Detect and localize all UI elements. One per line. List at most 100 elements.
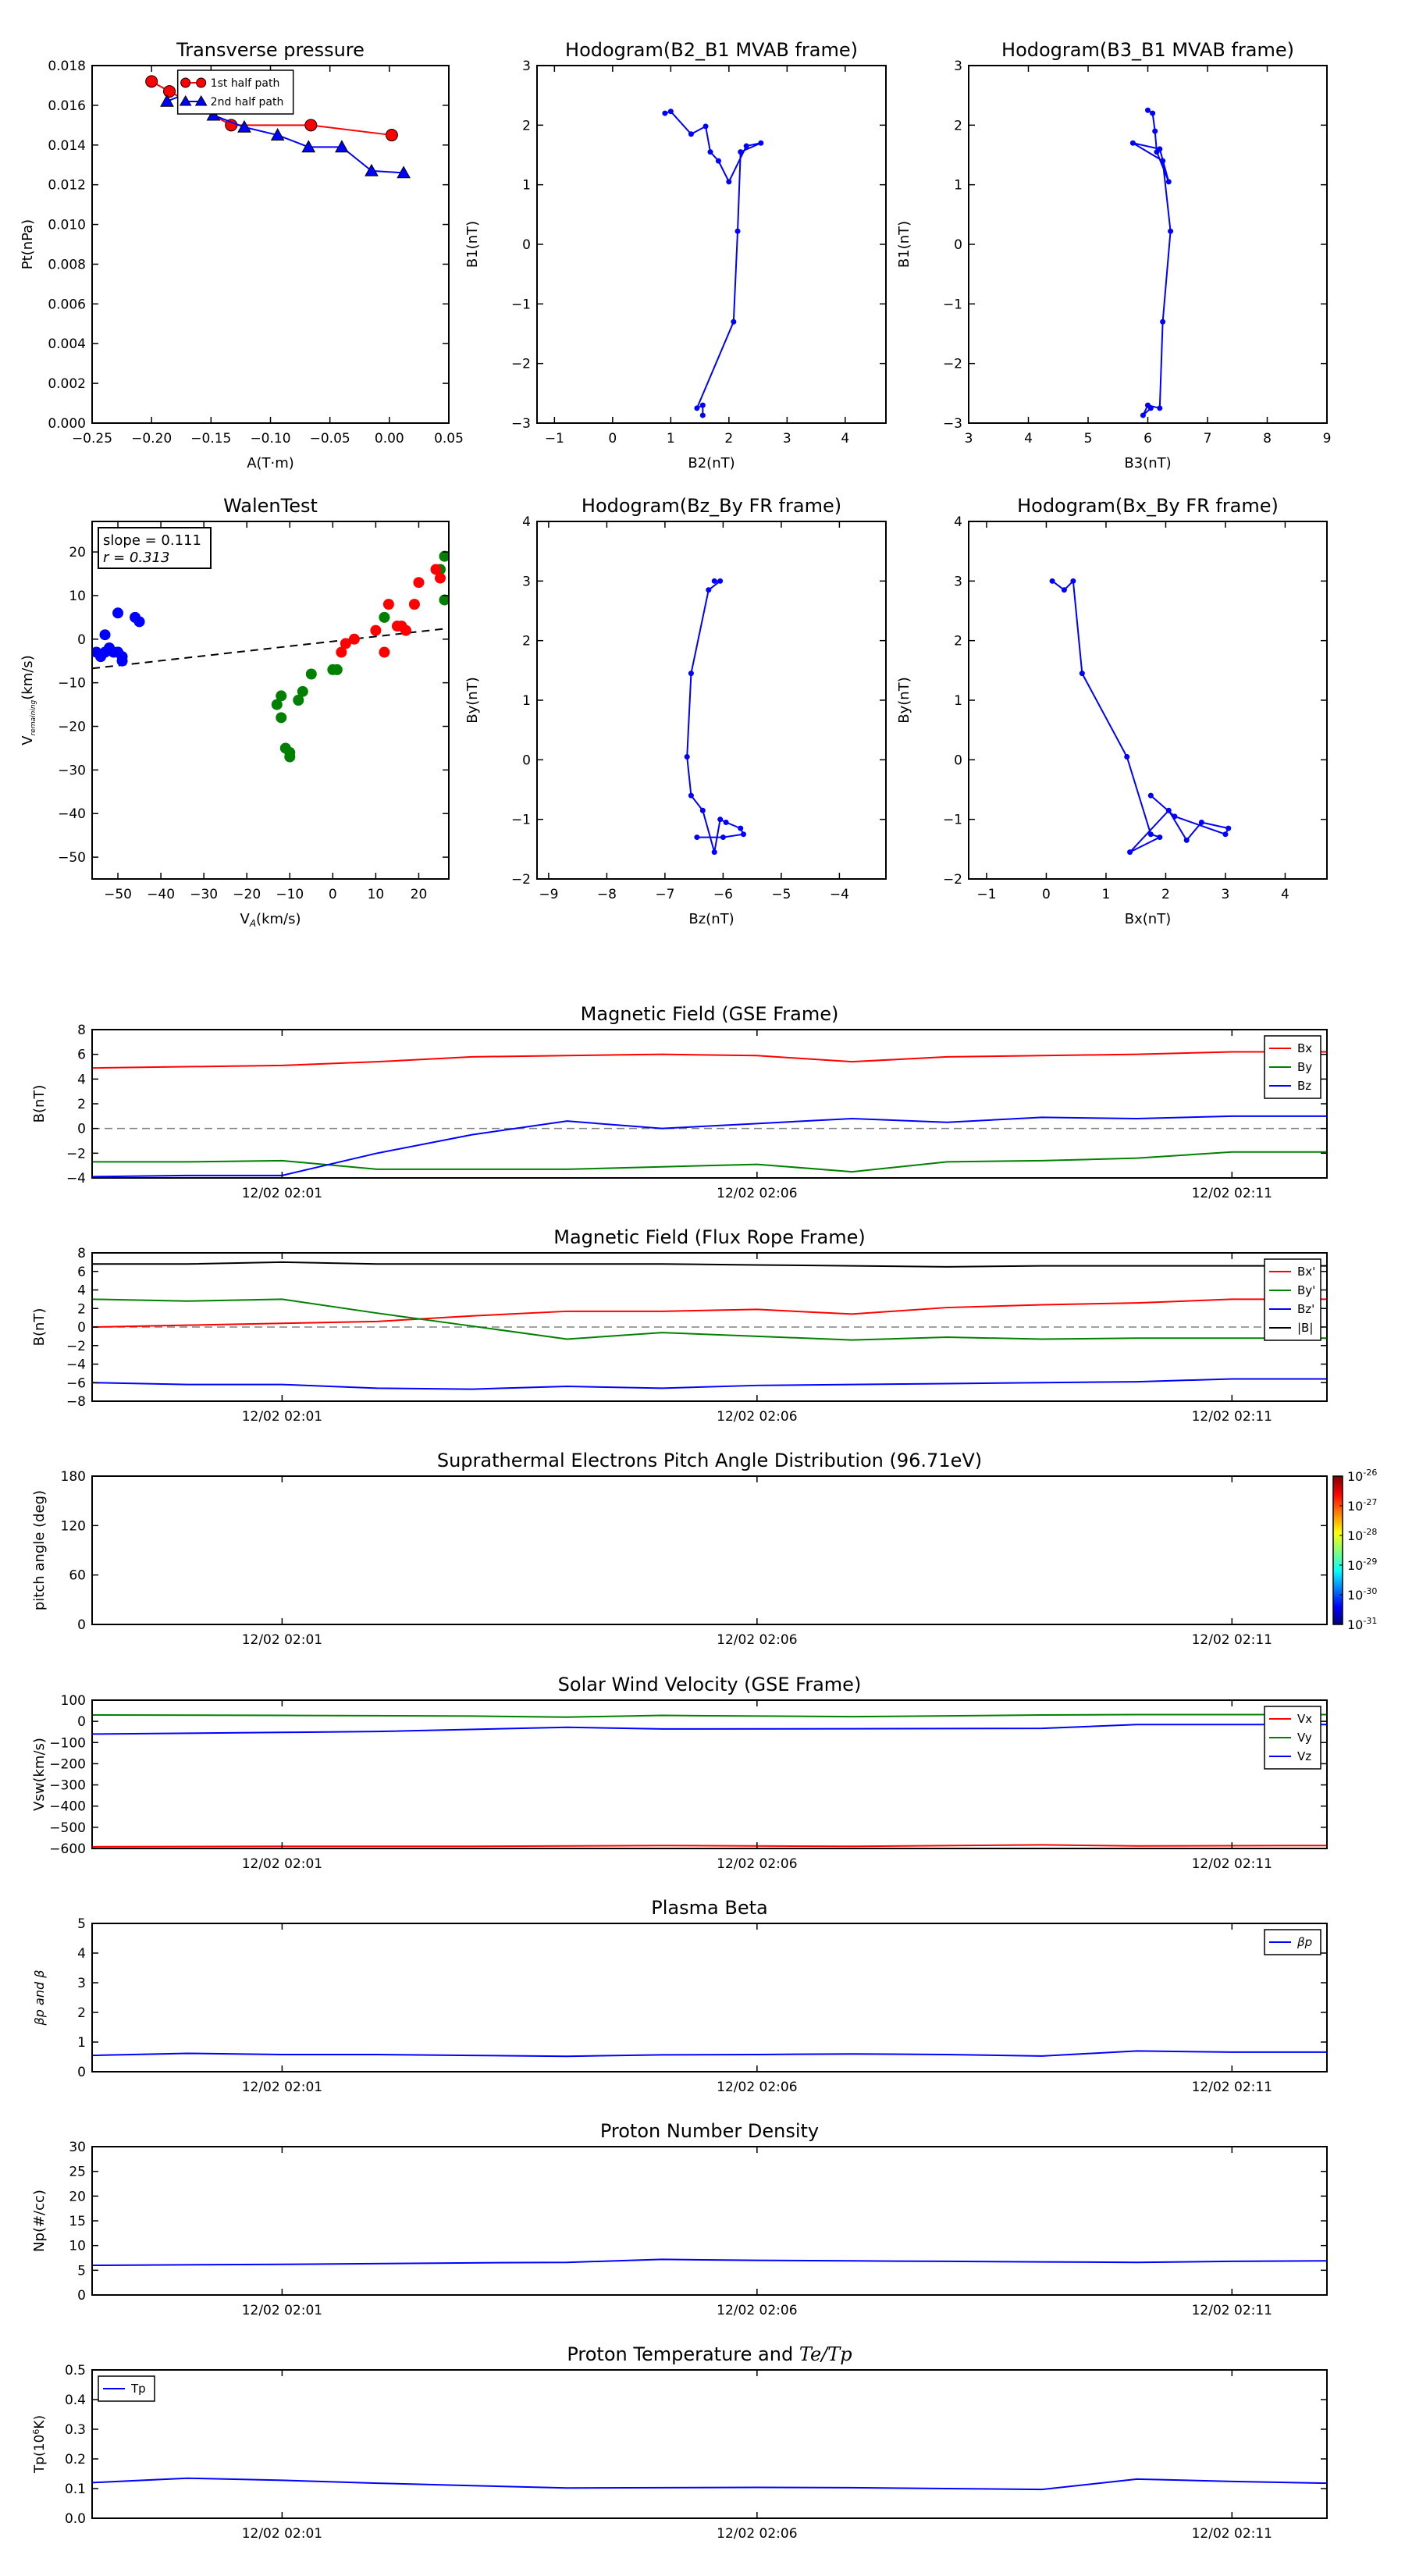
x-tick-label: 7 <box>1204 431 1212 447</box>
chart-title: Solar Wind Velocity (GSE Frame) <box>558 1674 862 1695</box>
y-tick-label: 0.012 <box>48 178 86 194</box>
x-tick-label: 9 <box>1323 431 1332 447</box>
y-tick-label: −8 <box>66 1394 86 1410</box>
x-tick-label: −7 <box>655 887 674 902</box>
y-tick-label: −40 <box>58 806 86 822</box>
y-tick-label: −2 <box>943 357 962 372</box>
data-point <box>1160 158 1166 164</box>
data-point <box>1225 825 1232 831</box>
y-axis-label: Tp(106K) <box>31 2415 48 2474</box>
data-point <box>694 405 700 411</box>
data-point <box>99 629 111 641</box>
data-point <box>284 751 296 763</box>
x-tick-label: 12/02 02:11 <box>1192 2303 1272 2318</box>
data-point <box>731 318 737 325</box>
walen-test-chart: WalenTest −50 −40 −30 −20 −10 0 10 20 −50 −40 −30 −2… <box>20 495 450 929</box>
plot-area <box>92 1923 1327 2072</box>
y-tick-label: 6 <box>77 1265 86 1280</box>
data-point <box>1079 671 1085 677</box>
y-tick-label: −1 <box>511 813 531 828</box>
x-tick-label: 3 <box>1222 887 1230 902</box>
y-tick-label: 180 <box>61 1469 86 1485</box>
y-tick-label: 0 <box>77 1714 86 1730</box>
data-point <box>699 402 706 408</box>
y-tick-label: 0 <box>522 237 531 253</box>
data-point <box>717 578 724 584</box>
y-tick-label: 0 <box>77 1122 86 1137</box>
y-tick-label: 0.014 <box>48 138 86 154</box>
data-point <box>112 607 124 619</box>
data-point <box>684 754 690 760</box>
data-point <box>1165 179 1172 185</box>
y-tick-label: 2 <box>954 118 962 133</box>
data-point <box>408 599 420 610</box>
x-tick-label: 0.00 <box>375 431 404 447</box>
data-point <box>1165 807 1172 813</box>
data-point <box>738 149 744 155</box>
data-point <box>738 825 744 831</box>
plot-area <box>92 1030 1327 1178</box>
x-tick-label: 10 <box>368 887 385 902</box>
x-tick-label: 2 <box>1161 887 1170 902</box>
data-point <box>348 633 360 645</box>
x-tick-label: 12/02 02:01 <box>242 2526 322 2542</box>
x-tick-label: −0.05 <box>310 431 350 447</box>
y-tick-label: −300 <box>49 1778 86 1794</box>
y-tick-label: 20 <box>69 2189 86 2204</box>
x-tick-label: 2 <box>724 431 733 447</box>
data-point <box>694 834 700 841</box>
density-chart: Proton Number Density 0 5 10 15 20 25 30 12/02 0… <box>31 2120 1328 2318</box>
x-tick-label: −8 <box>597 887 617 902</box>
plot-area <box>92 2147 1327 2295</box>
plot-area <box>92 2370 1327 2518</box>
y-tick-label: 0 <box>522 753 531 768</box>
x-tick-label: −50 <box>104 887 132 902</box>
x-tick-label: 12/02 02:11 <box>1192 1409 1272 1425</box>
data-point <box>735 228 741 234</box>
x-tick-label: −0.25 <box>72 431 112 447</box>
y-tick-label: 5 <box>77 1916 86 1932</box>
legend-marker <box>180 77 191 88</box>
x-tick-label: 12/02 02:06 <box>717 1856 797 1872</box>
y-tick-label: −20 <box>58 720 86 735</box>
plot-area <box>92 1476 1327 1624</box>
x-tick-label: 12/02 02:01 <box>242 2303 322 2318</box>
y-tick-label: 2 <box>77 2005 86 2021</box>
x-tick-label: 0 <box>329 887 337 902</box>
data-point <box>133 616 145 628</box>
data-point <box>740 831 746 838</box>
y-tick-label: 6 <box>77 1048 86 1063</box>
x-tick-label: 12/02 02:01 <box>242 2080 322 2095</box>
y-tick-label: −1 <box>511 297 531 312</box>
x-tick-label: 0 <box>608 431 617 447</box>
x-tick-label: −4 <box>830 887 849 902</box>
x-tick-label: −0.15 <box>190 431 231 447</box>
y-tick-label: 0.018 <box>48 59 86 74</box>
y-tick-label: −400 <box>49 1799 86 1815</box>
y-tick-label: 0 <box>77 632 86 648</box>
chart-title: Transverse pressure <box>176 39 365 61</box>
y-axis-label: By(nT) <box>896 677 912 723</box>
data-point <box>1150 110 1156 116</box>
colorbar-tick-label: 10-30 <box>1347 1586 1377 1603</box>
data-point <box>370 624 382 636</box>
data-point <box>385 129 398 142</box>
y-tick-label: 1 <box>954 693 962 709</box>
x-tick-label: 12/02 02:06 <box>717 1632 797 1648</box>
data-point <box>667 109 674 115</box>
data-point <box>163 85 176 98</box>
y-tick-label: 120 <box>61 1518 86 1534</box>
y-tick-label: −10 <box>58 676 86 692</box>
data-point <box>1147 792 1154 799</box>
colorbar <box>1332 1475 1343 1625</box>
data-point <box>434 572 446 584</box>
y-axis-label: By(nT) <box>464 677 481 723</box>
y-tick-label: 0.1 <box>65 2482 86 2497</box>
y-tick-label: 5 <box>77 2263 86 2279</box>
y-tick-label: 8 <box>77 1023 86 1038</box>
chart-title: Proton Temperature and Te/Tp <box>567 2343 852 2365</box>
data-point <box>1160 318 1166 325</box>
colorbar-tick-label: 10-29 <box>1347 1557 1377 1573</box>
data-point <box>1140 412 1146 418</box>
y-tick-label: −2 <box>943 872 962 888</box>
